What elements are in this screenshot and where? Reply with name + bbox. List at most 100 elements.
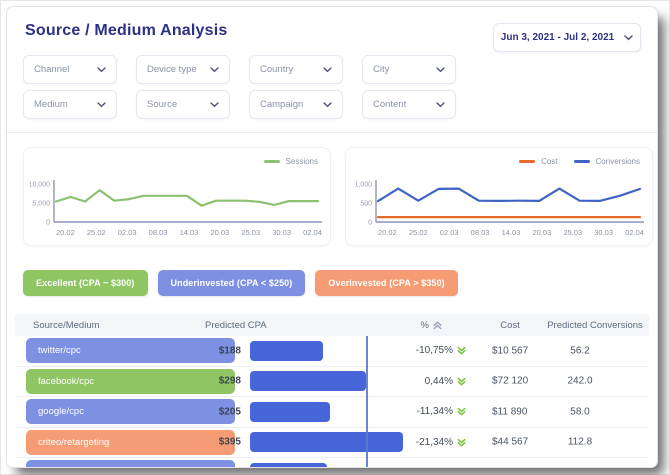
table-row: bing/cpc$1990,44% $83 150417.8 [15,458,649,468]
x-tick-label: 02.04 [303,228,322,237]
chart-legend: Sessions [264,157,318,166]
cost-conversions-chart-card: Cost Conversions 1,000 500 0 20.02 25.02 02.03… [345,147,653,246]
predicted-conversions-value: 112.8 [525,437,635,448]
cpa-bar [250,402,330,422]
x-tick-label: 02.03 [440,228,459,237]
predicted-conversions-value: 56.2 [525,345,635,356]
section-divider [7,132,657,133]
x-axis-labels: 20.0225.0202.0308.0314.0320.0325.0330.03… [56,228,322,237]
cost-value: $44 567 [492,437,528,448]
filter-select-channel[interactable]: Channel [23,55,117,84]
badge-excellent[interactable]: Excellent (CPA ~ $300) [23,270,148,296]
x-tick-label: 02.04 [625,228,644,237]
badge-overinvested[interactable]: Overinvested (CPA > $350) [315,270,457,296]
filter-label: Country [260,64,293,75]
x-tick-label: 08.03 [149,228,168,237]
y-tick-label: 10,000 [29,182,51,189]
chevron-down-icon [97,67,106,73]
cost-value: $72 120 [492,376,528,387]
percent-header-label: % [421,320,429,331]
chevron-down-icon [97,102,106,108]
cost-value: $10 567 [492,345,528,356]
date-range-value: Jun 3, 2021 - Jul 2, 2021 [501,32,614,43]
cpa-bar [250,341,323,361]
date-range-picker[interactable]: Jun 3, 2021 - Jul 2, 2021 [493,23,641,52]
x-tick-label: 20.03 [532,228,551,237]
column-header-predicted-cpa: Predicted CPA [205,314,267,336]
filters-panel: Channel Device type Country City Medium … [23,55,456,119]
table-header-row: Source/Medium Predicted CPA % Cost Predi… [15,314,649,336]
predicted-cpa-value: $188 [185,345,241,356]
filter-label: Medium [34,99,68,110]
cost-value: $11 890 [492,406,527,417]
predicted-conversions-value: 242.0 [525,376,635,387]
filter-select-medium[interactable]: Medium [23,90,117,119]
column-header-percent-change[interactable]: % [345,314,443,336]
line-chart: 10,0005,0000 [24,176,330,228]
percent-change-value: -10,75% [367,336,467,366]
percent-change-value: 0,44% [367,367,467,397]
filter-select-content[interactable]: Content [362,90,456,119]
filter-label: Channel [34,64,69,75]
table-row: twitter/cpc$188-10,75% $10 56756.2 [15,336,649,367]
cpa-legend-badges: Excellent (CPA ~ $300) Underinvested (CPA… [23,270,458,296]
chevron-down-icon [624,35,633,41]
y-tick-label: 5,000 [32,201,50,208]
filter-label: City [373,64,389,75]
y-tick-label: 1,000 [354,182,372,189]
chevron-down-icon [323,102,332,108]
table-row: criteo/retargeting$395-21,34% $44 567112… [15,428,649,459]
predicted-cpa-value: $199 [185,467,241,468]
legend-label: Cost [541,157,557,166]
source-medium-table: Source/Medium Predicted CPA % Cost Predi… [15,314,649,468]
y-tick-label: 500 [360,201,372,208]
legend-swatch [519,160,535,163]
filter-row: Channel Device type Country City [23,55,456,84]
filter-select-campaign[interactable]: Campaign [249,90,343,119]
filter-label: Device type [147,64,197,75]
page-title: Source / Medium Analysis [25,22,228,40]
predicted-cpa-value: $395 [185,437,241,448]
filter-select-device-type[interactable]: Device type [136,55,230,84]
table-row: google/cpc$205-11,34% $11 89058.0 [15,397,649,428]
filter-row: Medium Source Campaign Content [23,90,456,119]
sessions-chart-card: Sessions 10,0005,000020.0225.0202.0308.0… [23,147,331,246]
double-chevron-down-icon [456,345,467,356]
double-chevron-down-icon [456,376,467,387]
filter-select-source[interactable]: Source [136,90,230,119]
badge-underinvested[interactable]: Underinvested (CPA < $250) [158,270,306,296]
y-tick-label: 0 [368,220,372,227]
x-tick-label: 30.03 [594,228,613,237]
cpa-threshold-line [366,336,368,468]
double-chevron-down-icon [456,406,467,417]
series-line-sessions [56,190,318,206]
legend-swatch [264,160,280,163]
predicted-cpa-value: $298 [185,376,241,387]
legend-item-sessions[interactable]: Sessions [264,157,318,166]
predicted-conversions-value: 417.8 [525,467,635,468]
percent-change-value: 0,44% [367,458,467,468]
x-tick-label: 25.03 [241,228,260,237]
charts-row: Sessions 10,000 5,000 0 20.02 25.02 02.03 08.0… [23,147,653,246]
chevron-down-icon [436,67,445,73]
double-chevron-up-icon [456,467,467,468]
x-tick-label: 25.02 [409,228,428,237]
legend-item-conversions[interactable]: Conversions [574,157,640,166]
table-row: facebook/cpc$2980,44% $72 120242.0 [15,367,649,398]
cpa-bar [250,463,327,468]
filter-select-city[interactable]: City [362,55,456,84]
table-body: twitter/cpc$188-10,75% $10 56756.2facebo… [15,336,649,468]
cpa-bar [250,371,366,391]
predicted-cpa-value: $205 [185,406,241,417]
chart-legend: Cost Conversions [519,157,640,166]
chevron-down-icon [210,67,219,73]
column-header-source-medium: Source/Medium [33,314,100,336]
x-tick-label: 20.02 [378,228,397,237]
x-tick-label: 20.03 [210,228,229,237]
filter-label: Source [147,99,177,110]
filter-select-country[interactable]: Country [249,55,343,84]
x-tick-label: 14.03 [180,228,199,237]
x-tick-label: 30.03 [272,228,291,237]
legend-item-cost[interactable]: Cost [519,157,557,166]
column-header-predicted-conversions: Predicted Conversions [535,314,655,336]
